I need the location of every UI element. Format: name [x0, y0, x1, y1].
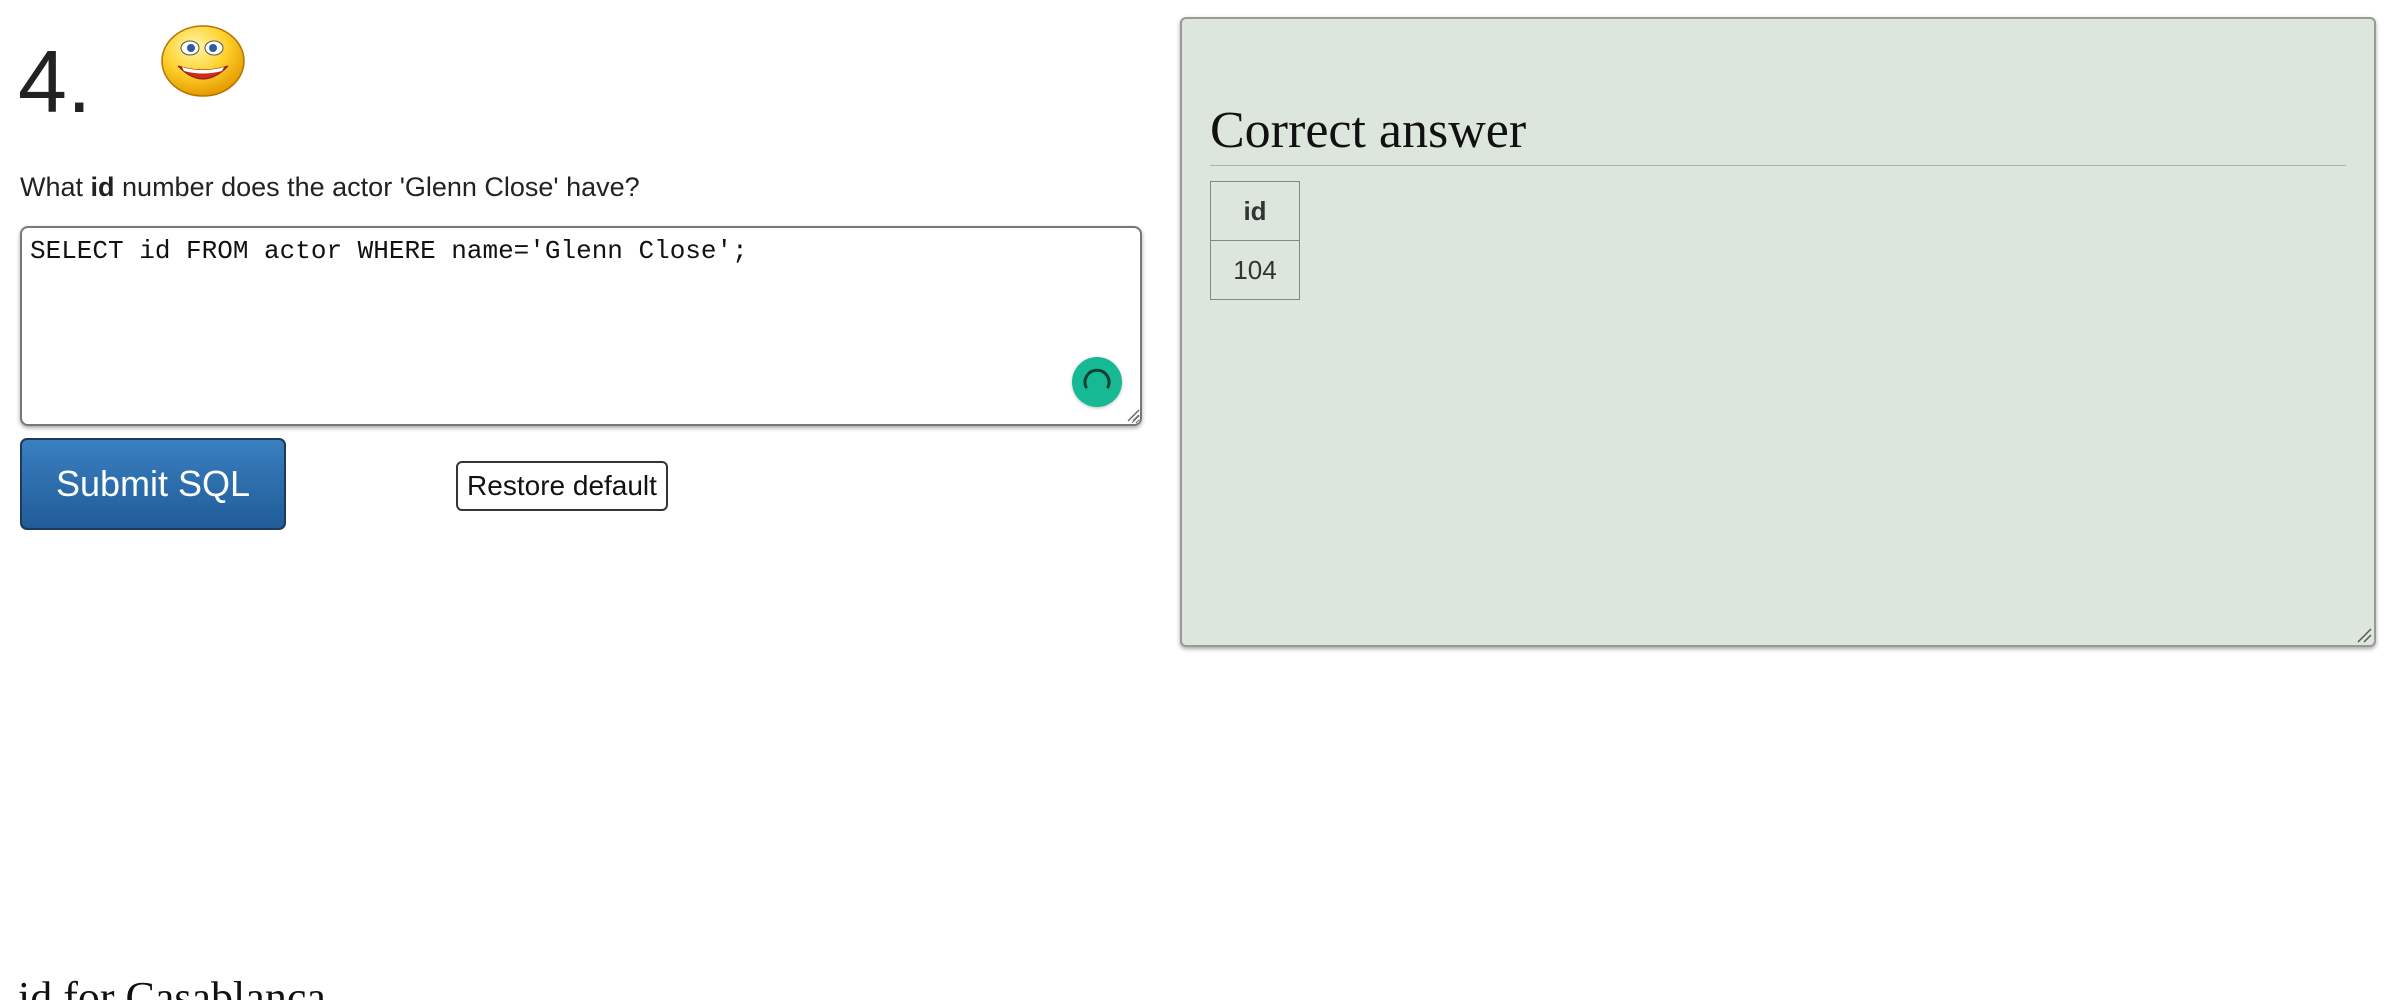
prompt-text-bold: id: [90, 172, 115, 202]
answer-title: Correct answer: [1210, 101, 2346, 166]
question-number: 4.: [18, 32, 92, 131]
next-question-heading: id for Casablanca: [18, 973, 326, 1000]
table-header-row: id: [1210, 181, 1300, 241]
prompt-text-start: What: [20, 172, 91, 202]
table-row: 104: [1210, 240, 1300, 300]
sql-editor[interactable]: [20, 226, 1142, 426]
column-header-id: id: [1210, 181, 1300, 241]
smiley-face-icon: [161, 25, 245, 97]
answer-table: id 104: [1210, 181, 1300, 300]
correct-answer-panel: Correct answer id 104: [1180, 17, 2376, 647]
sql-exercise-page: 4. What id number does the actor 'Glenn …: [0, 0, 2406, 1000]
submit-sql-button[interactable]: Submit SQL: [20, 438, 286, 530]
loading-spinner-icon[interactable]: [1072, 357, 1122, 407]
restore-default-button[interactable]: Restore default: [456, 461, 668, 511]
prompt-text-end: number does the actor 'Glenn Close' have…: [114, 172, 640, 202]
spinner-arc-icon: [1083, 368, 1111, 389]
resize-handle-icon[interactable]: [1124, 406, 1140, 422]
resize-handle-icon[interactable]: [2354, 625, 2372, 643]
question-prompt: What id number does the actor 'Glenn Clo…: [20, 172, 640, 203]
table-cell-id: 104: [1210, 240, 1300, 300]
